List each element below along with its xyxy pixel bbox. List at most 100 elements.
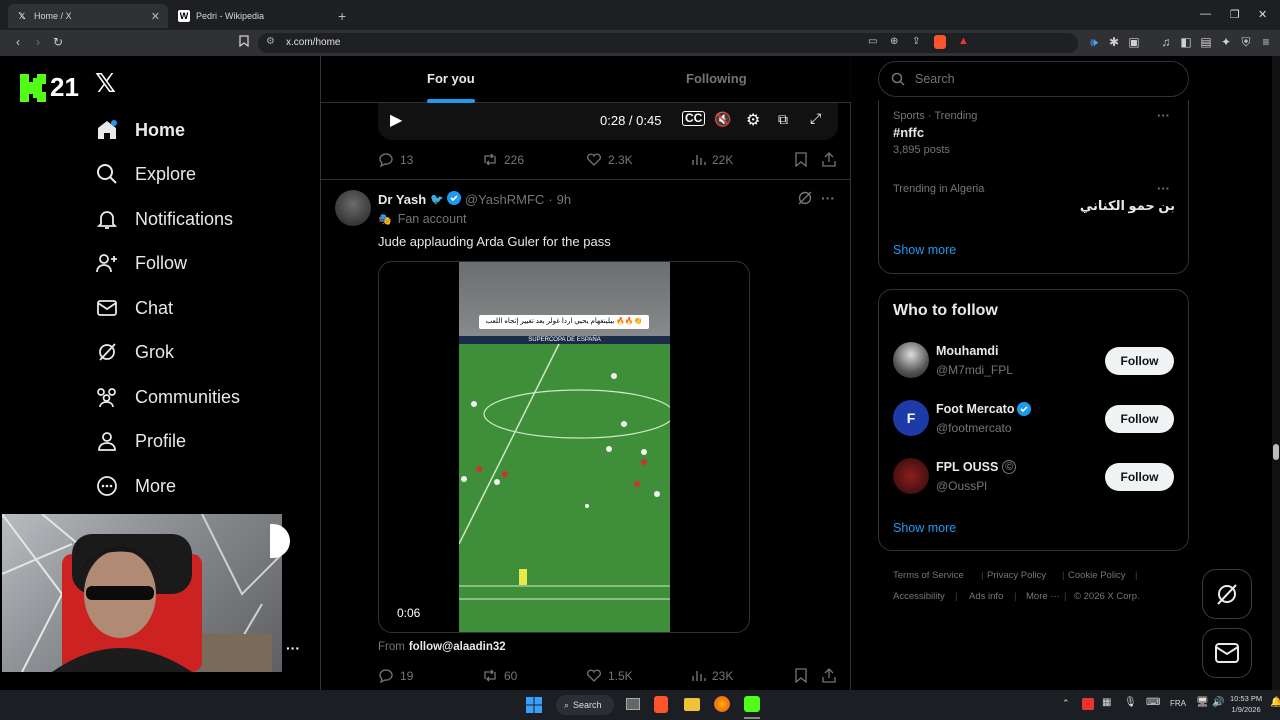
- pip-icon[interactable]: ⧉: [778, 111, 788, 128]
- footer-link[interactable]: Terms of Service: [893, 570, 964, 581]
- browser-tab-home[interactable]: 𝕏 Home / X ✕: [8, 4, 168, 28]
- menu-icon[interactable]: ≡: [1258, 35, 1274, 49]
- sidebar-icon[interactable]: ◧: [1178, 35, 1194, 49]
- clock[interactable]: 10:53 PM 1/9/2026: [1230, 693, 1262, 715]
- mute-icon[interactable]: 🔇: [714, 111, 731, 128]
- reply-button[interactable]: 13: [378, 152, 413, 167]
- share-icon[interactable]: [822, 152, 836, 170]
- wallet-icon[interactable]: ▤: [1198, 35, 1214, 49]
- back-icon[interactable]: ‹: [10, 35, 26, 49]
- suggest-name[interactable]: Mouhamdi: [936, 344, 999, 358]
- avatar[interactable]: [893, 458, 929, 494]
- footer-link[interactable]: Accessibility: [893, 591, 945, 602]
- new-tab-icon[interactable]: +: [338, 8, 346, 24]
- media-icon[interactable]: ♫: [1158, 35, 1174, 49]
- reply-button[interactable]: 19: [378, 668, 413, 683]
- language-indicator[interactable]: FRA: [1170, 699, 1186, 708]
- tab-for-you[interactable]: For you: [427, 71, 475, 86]
- leo-ai-icon[interactable]: ✦: [1218, 35, 1234, 49]
- views-button[interactable]: 23K: [690, 668, 733, 683]
- audio-icon[interactable]: 🕪: [1086, 35, 1102, 50]
- minimize-icon[interactable]: —: [1200, 8, 1211, 20]
- footer-link[interactable]: Ads info: [969, 591, 1003, 602]
- captions-icon[interactable]: CC: [682, 111, 706, 126]
- foot-mercato-logo-icon[interactable]: F: [893, 400, 929, 436]
- post-more-icon[interactable]: ···: [821, 190, 835, 206]
- task-view-icon[interactable]: [626, 698, 640, 710]
- window-close-icon[interactable]: ✕: [1258, 8, 1267, 21]
- trend-item[interactable]: Trending in Algeria بن حمو الكناني: [893, 183, 1175, 214]
- nav-grok[interactable]: Grok: [95, 332, 174, 372]
- cast-icon[interactable]: ▭: [868, 36, 877, 47]
- file-explorer-icon[interactable]: [684, 698, 700, 711]
- search-input[interactable]: Search: [878, 61, 1189, 97]
- post-button-edge[interactable]: [270, 524, 290, 558]
- network-icon[interactable]: 🖥: [1196, 697, 1209, 708]
- nav-home[interactable]: Home: [95, 110, 185, 150]
- settings-icon[interactable]: ⚙: [746, 110, 760, 130]
- windows-start-icon[interactable]: [526, 697, 542, 718]
- suggest-name[interactable]: Foot Mercato: [936, 402, 1014, 416]
- suggest-name[interactable]: FPL OUSS: [936, 460, 998, 474]
- account-more-icon[interactable]: ···: [286, 640, 300, 656]
- x-home-logo-icon[interactable]: 𝕏: [95, 68, 116, 99]
- show-more-follow[interactable]: Show more: [893, 521, 956, 535]
- grok-explain-icon[interactable]: [797, 190, 813, 211]
- zoom-icon[interactable]: ⊕: [890, 36, 898, 47]
- play-icon[interactable]: ▶: [390, 110, 402, 130]
- nav-more[interactable]: More: [95, 466, 176, 506]
- bookmark-icon[interactable]: [794, 668, 808, 686]
- like-button[interactable]: 2.3K: [586, 152, 633, 167]
- scrollbar-track[interactable]: [1272, 56, 1280, 690]
- bookmark-icon[interactable]: [236, 35, 252, 50]
- brave-taskbar-icon[interactable]: [654, 696, 668, 713]
- forward-icon[interactable]: ›: [30, 35, 46, 49]
- brave-rewards-icon[interactable]: ▲: [958, 35, 969, 47]
- messages-float-button[interactable]: [1202, 628, 1252, 678]
- footer-link[interactable]: More ···: [1026, 591, 1060, 602]
- follow-button[interactable]: Follow: [1105, 405, 1174, 433]
- vpn-icon[interactable]: ⛨: [1238, 35, 1254, 50]
- reload-icon[interactable]: ↻: [50, 35, 66, 49]
- repost-button[interactable]: 226: [482, 152, 524, 167]
- suggest-handle[interactable]: @M7mdi_FPL: [936, 363, 1013, 377]
- post-time[interactable]: 9h: [557, 192, 571, 207]
- nav-communities[interactable]: Communities: [95, 377, 240, 417]
- video-player-1[interactable]: ▶ 0:28 / 0:45 CC 🔇 ⚙ ⧉ ⤢: [378, 102, 838, 140]
- follow-button[interactable]: Follow: [1105, 347, 1174, 375]
- bookmark-icon[interactable]: [794, 152, 808, 170]
- kick-app-icon[interactable]: [744, 696, 760, 712]
- footer-link[interactable]: Privacy Policy: [987, 570, 1046, 581]
- video-player-2[interactable]: SUPERCOPA DE ESPAÑA بيلينغهام يحيي اردا …: [378, 261, 750, 633]
- repost-button[interactable]: 60: [482, 668, 517, 683]
- trend-more-icon[interactable]: ···: [1157, 181, 1170, 196]
- browser-tab-wikipedia[interactable]: W Pedri - Wikipedia: [170, 4, 330, 28]
- site-settings-icon[interactable]: ⚙: [266, 36, 275, 47]
- keyboard-icon[interactable]: ⌨: [1146, 697, 1160, 708]
- close-tab-icon[interactable]: ✕: [151, 10, 160, 23]
- screenshot-icon[interactable]: ▣: [1126, 35, 1142, 49]
- firefox-icon[interactable]: [714, 696, 730, 712]
- trend-item[interactable]: Sports · Trending #nffc 3,895 posts: [893, 110, 977, 156]
- tray-overflow-icon[interactable]: ⌃: [1062, 698, 1070, 709]
- avatar[interactable]: [893, 342, 929, 378]
- suggest-handle[interactable]: @footmercato: [936, 421, 1012, 435]
- grok-float-button[interactable]: [1202, 569, 1252, 619]
- share-icon[interactable]: [822, 668, 836, 686]
- brave-shield-icon[interactable]: [934, 35, 946, 49]
- taskbar-search[interactable]: ⌕ Search: [556, 695, 614, 715]
- volume-icon[interactable]: 🔊: [1212, 697, 1224, 708]
- suggest-handle[interactable]: @OussPl: [936, 479, 987, 493]
- show-more-trends[interactable]: Show more: [893, 243, 956, 257]
- nav-chat[interactable]: Chat: [95, 288, 173, 328]
- author-name[interactable]: Dr Yash: [378, 192, 426, 207]
- tray-app-icon[interactable]: ▦: [1102, 697, 1111, 708]
- maximize-icon[interactable]: ❐: [1230, 8, 1240, 21]
- nav-notifications[interactable]: Notifications: [95, 199, 233, 239]
- notification-bell-icon[interactable]: 🔔: [1270, 697, 1280, 708]
- author-handle[interactable]: @YashRMFC: [465, 192, 544, 207]
- avatar[interactable]: [335, 190, 371, 226]
- nav-explore[interactable]: Explore: [95, 154, 196, 194]
- tab-following[interactable]: Following: [686, 71, 747, 86]
- fullscreen-icon[interactable]: ⤢: [810, 110, 821, 127]
